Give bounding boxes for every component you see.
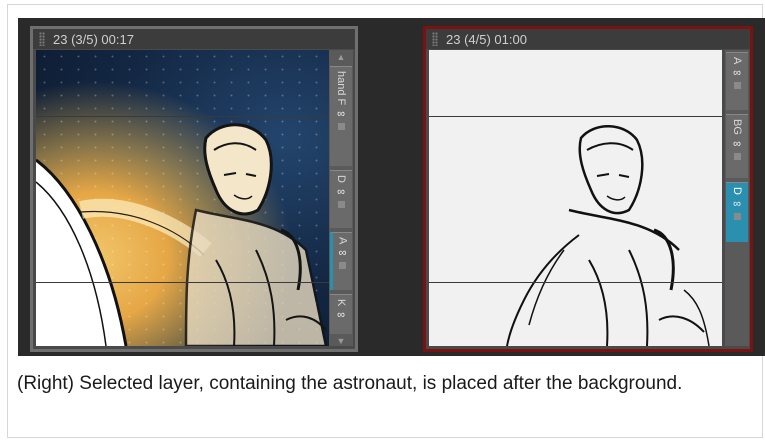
layer-label: A bbox=[731, 57, 743, 65]
lock-icon[interactable] bbox=[339, 262, 346, 270]
panel-canvas-right[interactable] bbox=[429, 50, 722, 346]
panel-canvas-left[interactable] bbox=[36, 50, 329, 346]
eye-icon[interactable]: ∞ bbox=[733, 138, 741, 150]
scroll-down-icon[interactable]: ▼ bbox=[334, 336, 348, 346]
panel-right-selected[interactable]: 23 (4/5) 01:00 A ∞ BG ∞ D ∞ bbox=[423, 26, 753, 352]
panel-header-left: 23 (3/5) 00:17 bbox=[33, 29, 355, 49]
drag-handle-icon[interactable] bbox=[432, 32, 438, 46]
eye-icon[interactable]: ∞ bbox=[337, 108, 345, 120]
layer-label: K bbox=[335, 299, 347, 307]
figure-caption: (Right) Selected layer, containing the a… bbox=[17, 373, 683, 394]
lock-icon[interactable] bbox=[337, 200, 345, 208]
layer-tab[interactable]: hand F ∞ bbox=[330, 66, 352, 166]
lock-icon[interactable] bbox=[733, 152, 741, 160]
layer-label: A bbox=[336, 237, 349, 245]
lock-icon[interactable] bbox=[337, 123, 345, 131]
layer-tab[interactable]: BG ∞ bbox=[726, 114, 748, 178]
lock-icon[interactable] bbox=[733, 212, 741, 220]
astronaut-sketch-right bbox=[506, 125, 710, 346]
lock-icon[interactable] bbox=[733, 82, 741, 90]
layer-strip-right[interactable]: A ∞ BG ∞ D ∞ bbox=[725, 50, 749, 346]
panel-header-label: 23 (3/5) 00:17 bbox=[53, 31, 134, 47]
panel-left[interactable]: 23 (3/5) 00:17 ▲ hand F ∞ D ∞ A ∞ K ∞ ▼ bbox=[30, 26, 358, 352]
guide-line bbox=[36, 282, 329, 283]
guide-line bbox=[36, 116, 329, 117]
drag-handle-icon[interactable] bbox=[39, 32, 45, 46]
panel-header-label: 23 (4/5) 01:00 bbox=[446, 31, 527, 47]
eye-icon[interactable]: ∞ bbox=[337, 309, 345, 321]
astronaut-illustration-left bbox=[36, 123, 328, 346]
eye-icon[interactable]: ∞ bbox=[733, 198, 741, 210]
eye-icon[interactable]: ∞ bbox=[339, 247, 347, 259]
eye-icon[interactable]: ∞ bbox=[337, 186, 345, 198]
layer-label: D bbox=[731, 187, 743, 195]
guide-line bbox=[429, 116, 722, 117]
layer-tab[interactable]: D ∞ bbox=[330, 170, 352, 228]
layer-tab-selected[interactable]: D ∞ bbox=[726, 182, 748, 242]
layer-tab[interactable]: K ∞ bbox=[330, 294, 352, 334]
scroll-up-icon[interactable]: ▲ bbox=[334, 52, 348, 62]
layer-label: D bbox=[335, 175, 347, 183]
layer-tab[interactable]: A ∞ bbox=[330, 232, 352, 290]
eye-icon[interactable]: ∞ bbox=[733, 67, 741, 79]
layer-label: hand F bbox=[335, 71, 347, 106]
guide-line bbox=[429, 282, 722, 283]
layer-label: BG bbox=[731, 119, 743, 135]
panel-header-right: 23 (4/5) 01:00 bbox=[426, 29, 750, 49]
layer-tab[interactable]: A ∞ bbox=[726, 52, 748, 110]
layer-strip-left[interactable]: ▲ hand F ∞ D ∞ A ∞ K ∞ ▼ bbox=[329, 50, 353, 346]
